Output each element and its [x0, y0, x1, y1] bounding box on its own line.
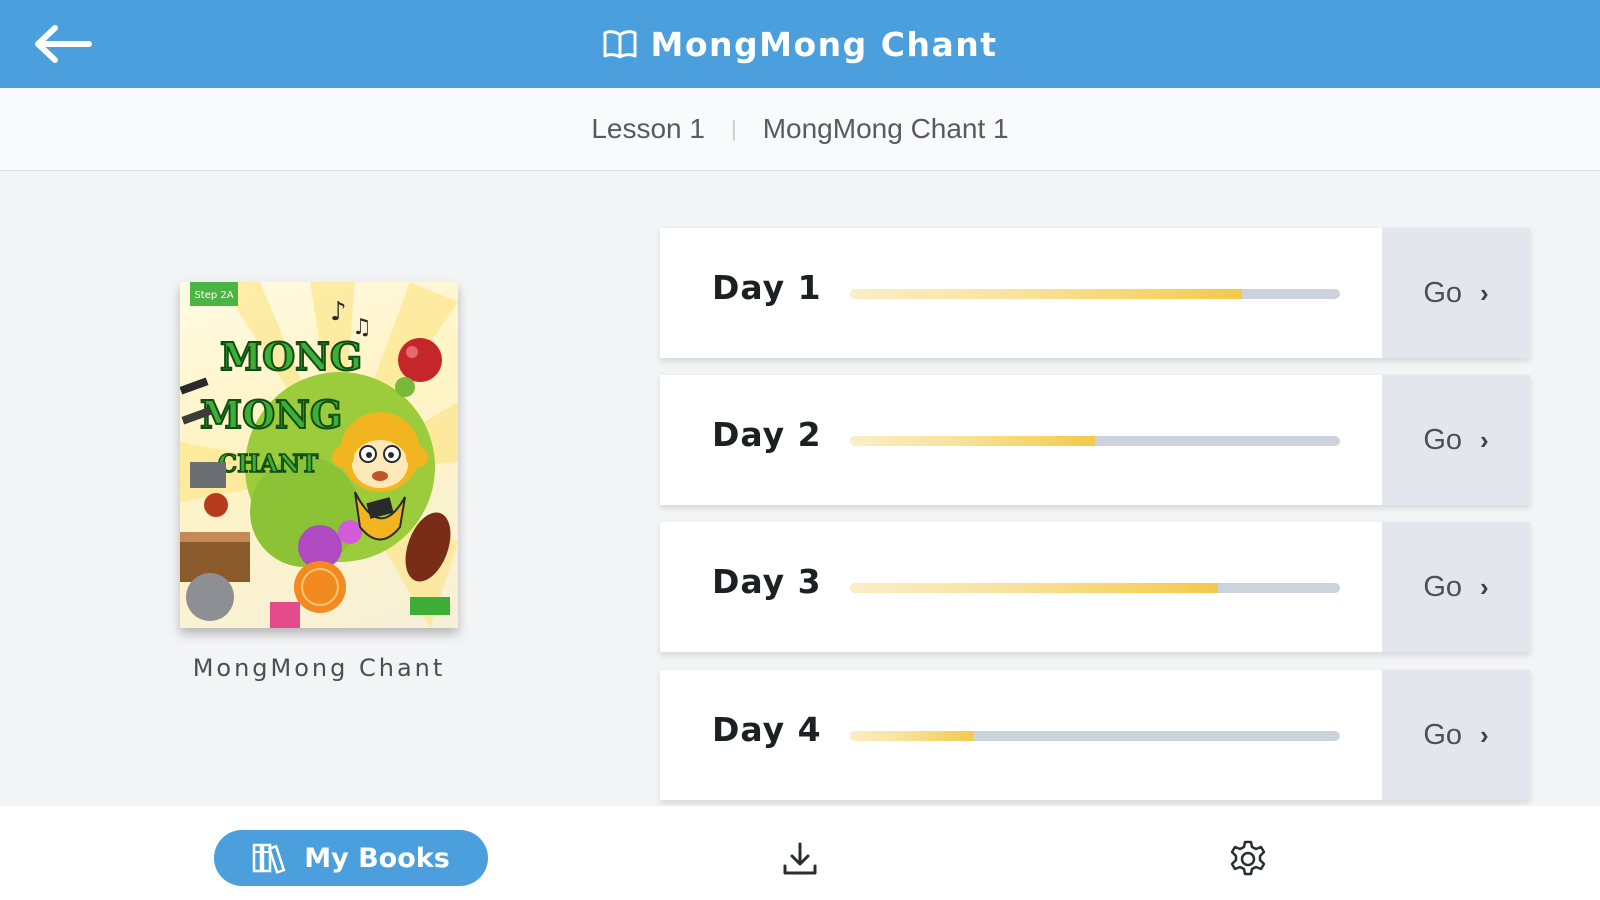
breadcrumb-unit: MongMong Chant 1: [762, 113, 1009, 144]
chevron-right-icon: ›: [1480, 277, 1489, 308]
day-card-2: Day 2 Go ›: [660, 375, 1530, 505]
day-main-4: Day 4: [660, 670, 1382, 800]
go-label: Go: [1423, 718, 1462, 751]
cover-title-line2: MONG: [200, 392, 342, 437]
breadcrumb-lesson: Lesson 1: [591, 113, 705, 144]
book-open-icon: [603, 30, 636, 59]
progress-fill: [850, 289, 1242, 299]
day-card-1: Day 1 Go ›: [660, 228, 1530, 358]
breadcrumb-separator: |: [730, 116, 737, 141]
breadcrumb: Lesson 1 | MongMong Chant 1: [0, 88, 1600, 171]
download-button[interactable]: [775, 834, 825, 884]
go-button-day-4[interactable]: Go ›: [1382, 670, 1530, 800]
page-title: MongMong Chant: [650, 24, 998, 64]
day-label: Day 3: [712, 562, 822, 601]
progress-bar: [850, 436, 1340, 446]
day-label: Day 2: [712, 415, 822, 454]
book-cover-art: Step 2A ♪ ♫ MONG MONG CHANT: [180, 282, 458, 628]
go-label: Go: [1423, 276, 1462, 309]
go-button-day-2[interactable]: Go ›: [1382, 375, 1530, 505]
day-label: Day 1: [712, 268, 822, 307]
day-card-3: Day 3 Go ›: [660, 522, 1530, 652]
chevron-right-icon: ›: [1480, 719, 1489, 750]
book-title: MongMong Chant: [192, 654, 446, 682]
chevron-right-icon: ›: [1480, 424, 1489, 455]
download-icon: [783, 842, 817, 875]
top-bar: MongMong Chant: [0, 0, 1600, 88]
book-cover[interactable]: Step 2A ♪ ♫ MONG MONG CHANT: [180, 282, 458, 628]
go-button-day-1[interactable]: Go ›: [1382, 228, 1530, 358]
progress-bar: [850, 731, 1340, 741]
books-icon: [252, 843, 286, 874]
gear-icon: [1230, 840, 1266, 876]
day-label: Day 4: [712, 710, 822, 749]
arrow-left-icon: [35, 25, 92, 63]
my-books-label: My Books: [304, 842, 450, 874]
day-card-4: Day 4 Go ›: [660, 670, 1530, 800]
cover-title-line1: MONG: [220, 334, 362, 379]
day-main-2: Day 2: [660, 375, 1382, 505]
bottom-nav: My Books: [0, 806, 1600, 900]
go-label: Go: [1423, 570, 1462, 603]
day-main-1: Day 1: [660, 228, 1382, 358]
progress-bar: [850, 289, 1340, 299]
cover-badge-text: Step 2A: [194, 290, 233, 301]
back-button[interactable]: [28, 20, 96, 68]
day-main-3: Day 3: [660, 522, 1382, 652]
progress-fill: [850, 436, 1095, 446]
progress-bar: [850, 583, 1340, 593]
go-button-day-3[interactable]: Go ›: [1382, 522, 1530, 652]
settings-button[interactable]: [1223, 834, 1273, 884]
go-label: Go: [1423, 423, 1462, 456]
my-books-button[interactable]: My Books: [214, 830, 488, 886]
progress-fill: [850, 731, 973, 741]
cover-title-line3: CHANT: [218, 449, 318, 478]
svg-text:♪: ♪: [330, 297, 347, 327]
progress-fill: [850, 583, 1218, 593]
page-title-group: MongMong Chant: [603, 25, 998, 64]
chevron-right-icon: ›: [1480, 571, 1489, 602]
